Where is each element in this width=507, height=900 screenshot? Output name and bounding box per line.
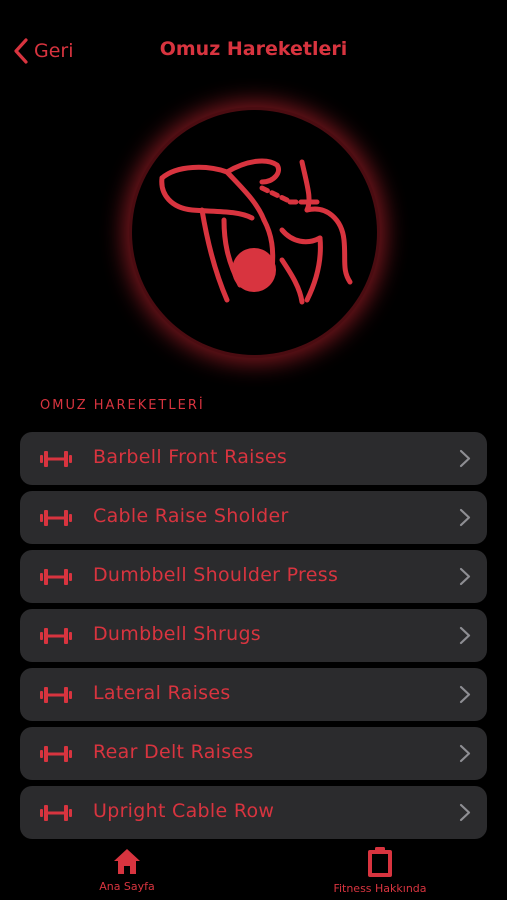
exercise-row[interactable]: Dumbbell Shoulder Press (20, 550, 487, 603)
clipboard-icon (368, 847, 392, 877)
exercise-label: Dumbbell Shrugs (93, 623, 262, 645)
exercise-row[interactable]: Lateral Raises (20, 668, 487, 721)
tab-home-label: Ana Sayfa (99, 880, 155, 893)
exercise-list: Barbell Front Raises Cable Raise Sholder… (20, 432, 487, 845)
dumbbell-icon (40, 746, 72, 762)
dumbbell-icon (40, 805, 72, 821)
chevron-right-icon (459, 508, 471, 527)
chevron-right-icon (459, 567, 471, 586)
dumbbell-icon (40, 569, 72, 585)
exercise-label: Lateral Raises (93, 682, 231, 704)
page-title: Omuz Hareketleri (159, 38, 348, 60)
tab-bar: Ana Sayfa Fitness Hakkında (0, 840, 507, 900)
exercise-label: Rear Delt Raises (93, 741, 254, 763)
hero-image (132, 110, 377, 355)
dumbbell-icon (40, 451, 72, 467)
chevron-right-icon (459, 685, 471, 704)
section-header: OMUZ HAREKETLERİ (40, 398, 205, 413)
chevron-right-icon (459, 744, 471, 763)
chevron-right-icon (459, 803, 471, 822)
dumbbell-icon (40, 628, 72, 644)
exercise-label: Dumbbell Shoulder Press (93, 564, 339, 586)
tab-about-label: Fitness Hakkında (333, 882, 427, 895)
exercise-row[interactable]: Cable Raise Sholder (20, 491, 487, 544)
exercise-row[interactable]: Upright Cable Row (20, 786, 487, 839)
exercise-row[interactable]: Rear Delt Raises (20, 727, 487, 780)
exercise-label: Barbell Front Raises (93, 446, 288, 468)
chevron-right-icon (459, 626, 471, 645)
exercise-row[interactable]: Barbell Front Raises (20, 432, 487, 485)
chevron-right-icon (459, 449, 471, 468)
home-icon (114, 849, 140, 874)
tab-home[interactable]: Ana Sayfa (95, 846, 159, 893)
dumbbell-icon (40, 510, 72, 526)
shoulder-muscle-icon (159, 158, 353, 305)
tab-about[interactable]: Fitness Hakkında (330, 846, 430, 895)
navigation-bar: Geri Omuz Hareketleri (0, 0, 507, 100)
exercise-label: Upright Cable Row (93, 800, 275, 822)
exercise-row[interactable]: Dumbbell Shrugs (20, 609, 487, 662)
exercise-label: Cable Raise Sholder (93, 505, 289, 527)
dumbbell-icon (40, 687, 72, 703)
